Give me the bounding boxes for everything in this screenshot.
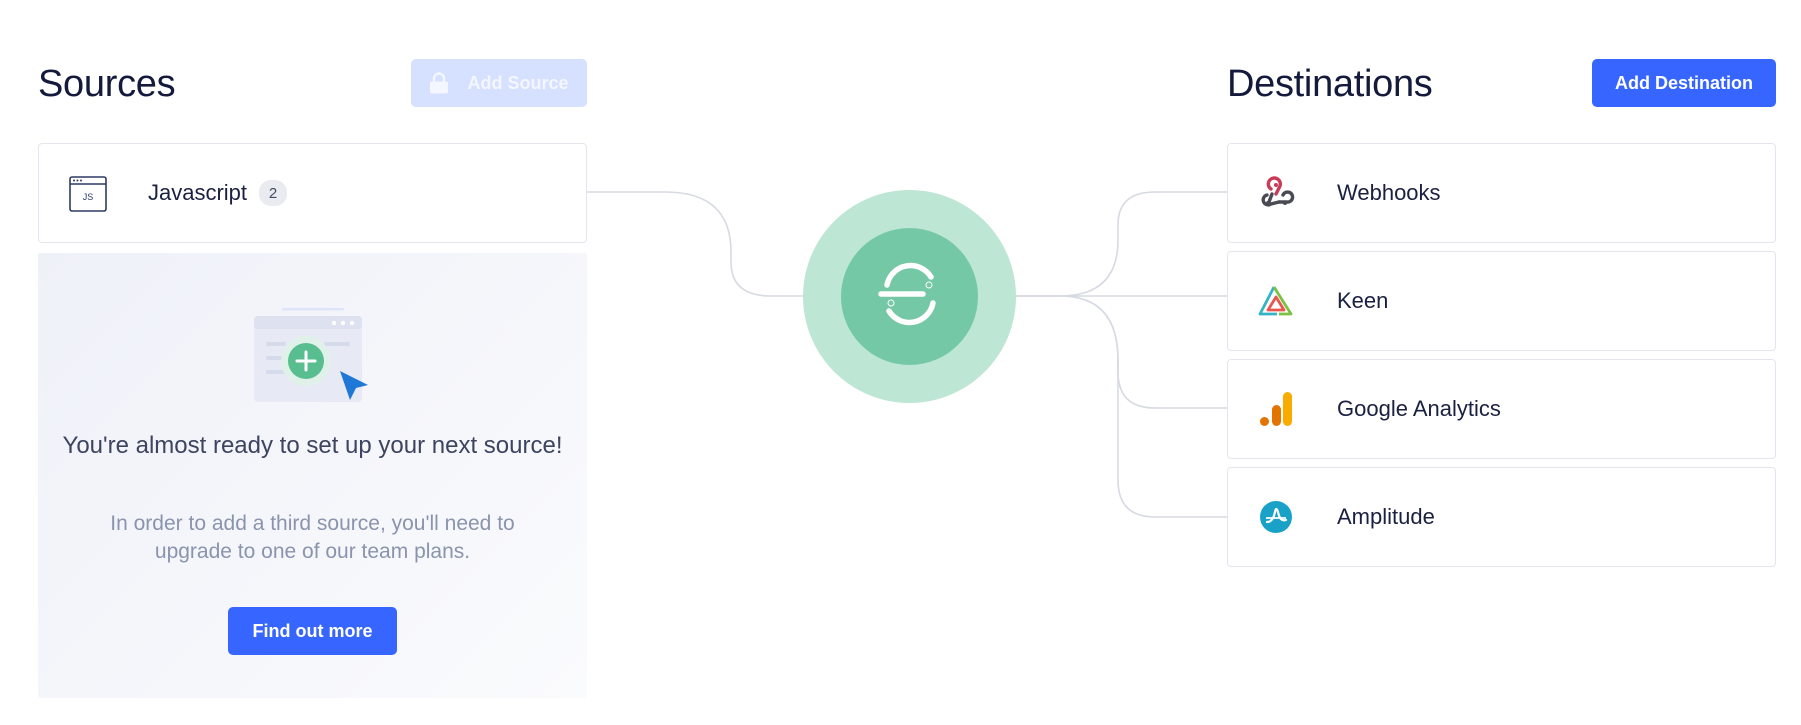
destinations-heading: Destinations: [1227, 63, 1433, 105]
destination-card-google-analytics[interactable]: Google Analytics: [1227, 359, 1776, 459]
google-analytics-icon: [1256, 389, 1296, 429]
destination-label: Amplitude: [1337, 504, 1435, 529]
hub-node: [803, 190, 1016, 403]
upgrade-title: You're almost ready to set up your next …: [62, 432, 563, 459]
destination-card-keen[interactable]: Keen: [1227, 251, 1776, 351]
source-label-group: Javascript 2: [148, 180, 288, 206]
svg-text:JS: JS: [83, 192, 94, 202]
destination-label: Keen: [1337, 288, 1389, 313]
source-count-badge: 2: [259, 180, 288, 206]
add-destination-button[interactable]: Add Destination: [1592, 59, 1776, 107]
destination-label: Webhooks: [1337, 180, 1441, 205]
add-source-illustration-icon: [252, 308, 374, 413]
add-source-label: Add Source: [467, 72, 569, 93]
find-out-more-button[interactable]: Find out more: [228, 607, 397, 655]
destination-card-webhooks[interactable]: Webhooks: [1227, 143, 1776, 243]
dest-connector-webhooks: [1010, 191, 1227, 297]
destination-label: Google Analytics: [1337, 396, 1501, 421]
keen-icon: [1256, 281, 1296, 321]
source-label: Javascript: [148, 180, 248, 205]
pipeline-overview: Sources Add Source JS Javascript 2 You'r…: [0, 0, 1801, 725]
source-connector: [587, 191, 803, 297]
destination-card-amplitude[interactable]: Amplitude: [1227, 467, 1776, 567]
lock-icon: [429, 72, 449, 94]
sources-heading: Sources: [38, 63, 176, 105]
amplitude-icon: [1256, 497, 1296, 537]
source-card-javascript[interactable]: JS Javascript 2: [38, 143, 587, 243]
upgrade-description: In order to add a third source, you'll n…: [110, 512, 515, 563]
webhooks-icon: [1256, 173, 1296, 213]
hub-inner: [841, 228, 978, 365]
upgrade-panel: You're almost ready to set up your next …: [38, 253, 587, 698]
segment-logo-icon: [875, 259, 945, 334]
add-source-button[interactable]: Add Source: [411, 59, 587, 107]
js-window-icon: JS: [69, 176, 107, 217]
